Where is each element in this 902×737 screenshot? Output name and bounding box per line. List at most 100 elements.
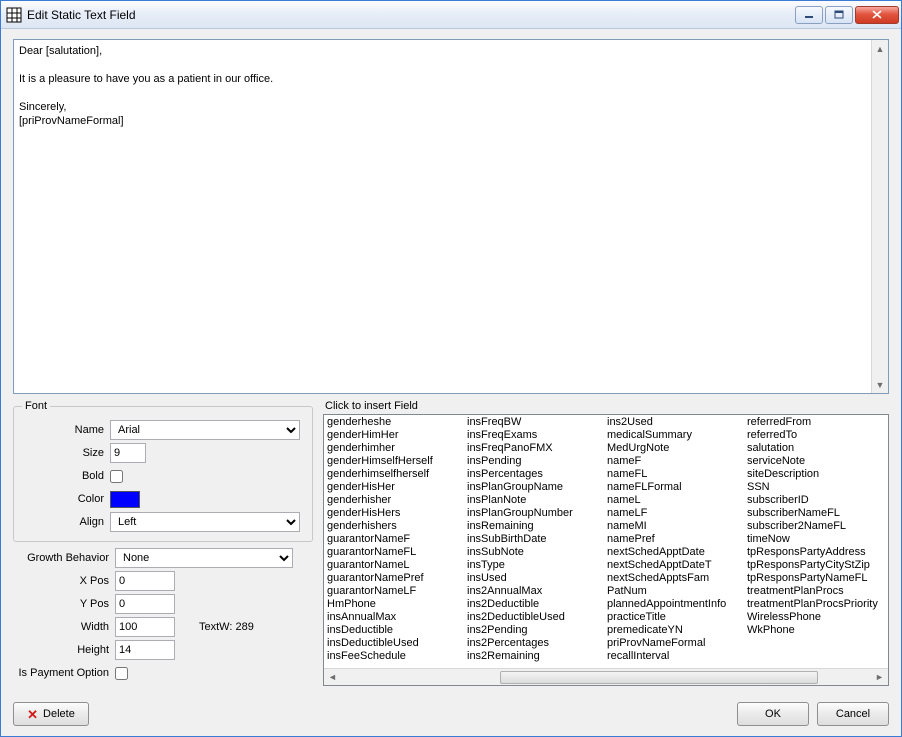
maximize-button[interactable]: [825, 6, 853, 24]
scroll-down-icon[interactable]: ▼: [872, 376, 888, 393]
field-item[interactable]: subscriberID: [746, 494, 886, 507]
field-item[interactable]: insSubNote: [466, 546, 606, 559]
cancel-button[interactable]: Cancel: [817, 702, 889, 726]
width-input[interactable]: [115, 617, 175, 637]
field-item[interactable]: ins2Percentages: [466, 637, 606, 650]
field-item[interactable]: recallInterval: [606, 650, 746, 663]
field-item[interactable]: ins2AnnualMax: [466, 585, 606, 598]
payment-checkbox[interactable]: [115, 667, 128, 680]
field-item[interactable]: guarantorNameL: [326, 559, 466, 572]
field-item[interactable]: insPercentages: [466, 468, 606, 481]
field-item[interactable]: timeNow: [746, 533, 886, 546]
field-item[interactable]: plannedAppointmentInfo: [606, 598, 746, 611]
field-item[interactable]: insType: [466, 559, 606, 572]
field-item[interactable]: ins2Remaining: [466, 650, 606, 663]
scroll-thumb[interactable]: [500, 671, 818, 684]
scroll-up-icon[interactable]: ▲: [872, 40, 888, 57]
field-item[interactable]: priProvNameFormal: [606, 637, 746, 650]
field-item[interactable]: nameLF: [606, 507, 746, 520]
field-item[interactable]: genderHisHers: [326, 507, 466, 520]
field-item[interactable]: genderHimHer: [326, 429, 466, 442]
field-item[interactable]: tpResponsPartyAddress: [746, 546, 886, 559]
font-align-select[interactable]: Left: [110, 512, 300, 532]
field-item[interactable]: siteDescription: [746, 468, 886, 481]
xpos-input[interactable]: [115, 571, 175, 591]
scroll-track[interactable]: [341, 669, 871, 686]
field-item[interactable]: genderhishers: [326, 520, 466, 533]
field-item[interactable]: nextSchedApptsFam: [606, 572, 746, 585]
field-item[interactable]: insSubBirthDate: [466, 533, 606, 546]
growth-select[interactable]: None: [115, 548, 293, 568]
field-item[interactable]: ins2Pending: [466, 624, 606, 637]
font-name-select[interactable]: Arial: [110, 420, 300, 440]
field-item[interactable]: insPlanGroupNumber: [466, 507, 606, 520]
delete-button[interactable]: ✕ Delete: [13, 702, 89, 726]
field-item[interactable]: medicalSummary: [606, 429, 746, 442]
field-item[interactable]: nameL: [606, 494, 746, 507]
field-item[interactable]: nameFL: [606, 468, 746, 481]
field-item[interactable]: guarantorNameLF: [326, 585, 466, 598]
field-item[interactable]: ins2Deductible: [466, 598, 606, 611]
field-item[interactable]: tpResponsPartyCityStZip: [746, 559, 886, 572]
font-color-swatch[interactable]: [110, 491, 140, 508]
field-item[interactable]: genderhimher: [326, 442, 466, 455]
field-item[interactable]: tpResponsPartyNameFL: [746, 572, 886, 585]
height-input[interactable]: [115, 640, 175, 660]
field-item[interactable]: treatmentPlanProcsPriority: [746, 598, 886, 611]
field-item[interactable]: nameMI: [606, 520, 746, 533]
field-item[interactable]: insAnnualMax: [326, 611, 466, 624]
field-item[interactable]: ins2Used: [606, 416, 746, 429]
field-item[interactable]: insRemaining: [466, 520, 606, 533]
ypos-input[interactable]: [115, 594, 175, 614]
field-list[interactable]: genderheshegenderHimHergenderhimhergende…: [324, 415, 888, 668]
field-item[interactable]: insPending: [466, 455, 606, 468]
field-item[interactable]: nextSchedApptDateT: [606, 559, 746, 572]
field-item[interactable]: insDeductibleUsed: [326, 637, 466, 650]
field-item[interactable]: salutation: [746, 442, 886, 455]
font-size-input[interactable]: [110, 443, 146, 463]
field-item[interactable]: SSN: [746, 481, 886, 494]
field-item[interactable]: MedUrgNote: [606, 442, 746, 455]
field-item[interactable]: genderheshe: [326, 416, 466, 429]
field-item[interactable]: ins2DeductibleUsed: [466, 611, 606, 624]
field-item[interactable]: insFreqExams: [466, 429, 606, 442]
field-item[interactable]: WirelessPhone: [746, 611, 886, 624]
font-bold-checkbox[interactable]: [110, 470, 123, 483]
field-item[interactable]: nameFLFormal: [606, 481, 746, 494]
field-item[interactable]: genderhisher: [326, 494, 466, 507]
field-item[interactable]: namePref: [606, 533, 746, 546]
minimize-button[interactable]: [795, 6, 823, 24]
field-item[interactable]: insUsed: [466, 572, 606, 585]
field-item[interactable]: insDeductible: [326, 624, 466, 637]
field-item[interactable]: nextSchedApptDate: [606, 546, 746, 559]
field-item[interactable]: serviceNote: [746, 455, 886, 468]
field-item[interactable]: guarantorNamePref: [326, 572, 466, 585]
scroll-left-icon[interactable]: ◄: [324, 669, 341, 686]
field-item[interactable]: WkPhone: [746, 624, 886, 637]
field-item[interactable]: guarantorNameF: [326, 533, 466, 546]
field-item[interactable]: referredFrom: [746, 416, 886, 429]
scroll-right-icon[interactable]: ►: [871, 669, 888, 686]
field-list-scrollbar[interactable]: ◄ ►: [324, 668, 888, 685]
field-item[interactable]: PatNum: [606, 585, 746, 598]
field-item[interactable]: nameF: [606, 455, 746, 468]
field-item[interactable]: genderhimselfherself: [326, 468, 466, 481]
field-item[interactable]: insFeeSchedule: [326, 650, 466, 663]
field-item[interactable]: practiceTitle: [606, 611, 746, 624]
field-item[interactable]: premedicateYN: [606, 624, 746, 637]
close-button[interactable]: [855, 6, 899, 24]
field-item[interactable]: guarantorNameFL: [326, 546, 466, 559]
field-item[interactable]: HmPhone: [326, 598, 466, 611]
field-item[interactable]: insPlanGroupName: [466, 481, 606, 494]
field-item[interactable]: referredTo: [746, 429, 886, 442]
field-item[interactable]: insFreqBW: [466, 416, 606, 429]
ok-button[interactable]: OK: [737, 702, 809, 726]
field-item[interactable]: treatmentPlanProcs: [746, 585, 886, 598]
field-item[interactable]: genderHimselfHerself: [326, 455, 466, 468]
field-item[interactable]: insPlanNote: [466, 494, 606, 507]
static-text-input[interactable]: [14, 40, 871, 393]
field-item[interactable]: subscriberNameFL: [746, 507, 886, 520]
textarea-scrollbar[interactable]: ▲ ▼: [871, 40, 888, 393]
field-item[interactable]: subscriber2NameFL: [746, 520, 886, 533]
field-item[interactable]: genderHisHer: [326, 481, 466, 494]
